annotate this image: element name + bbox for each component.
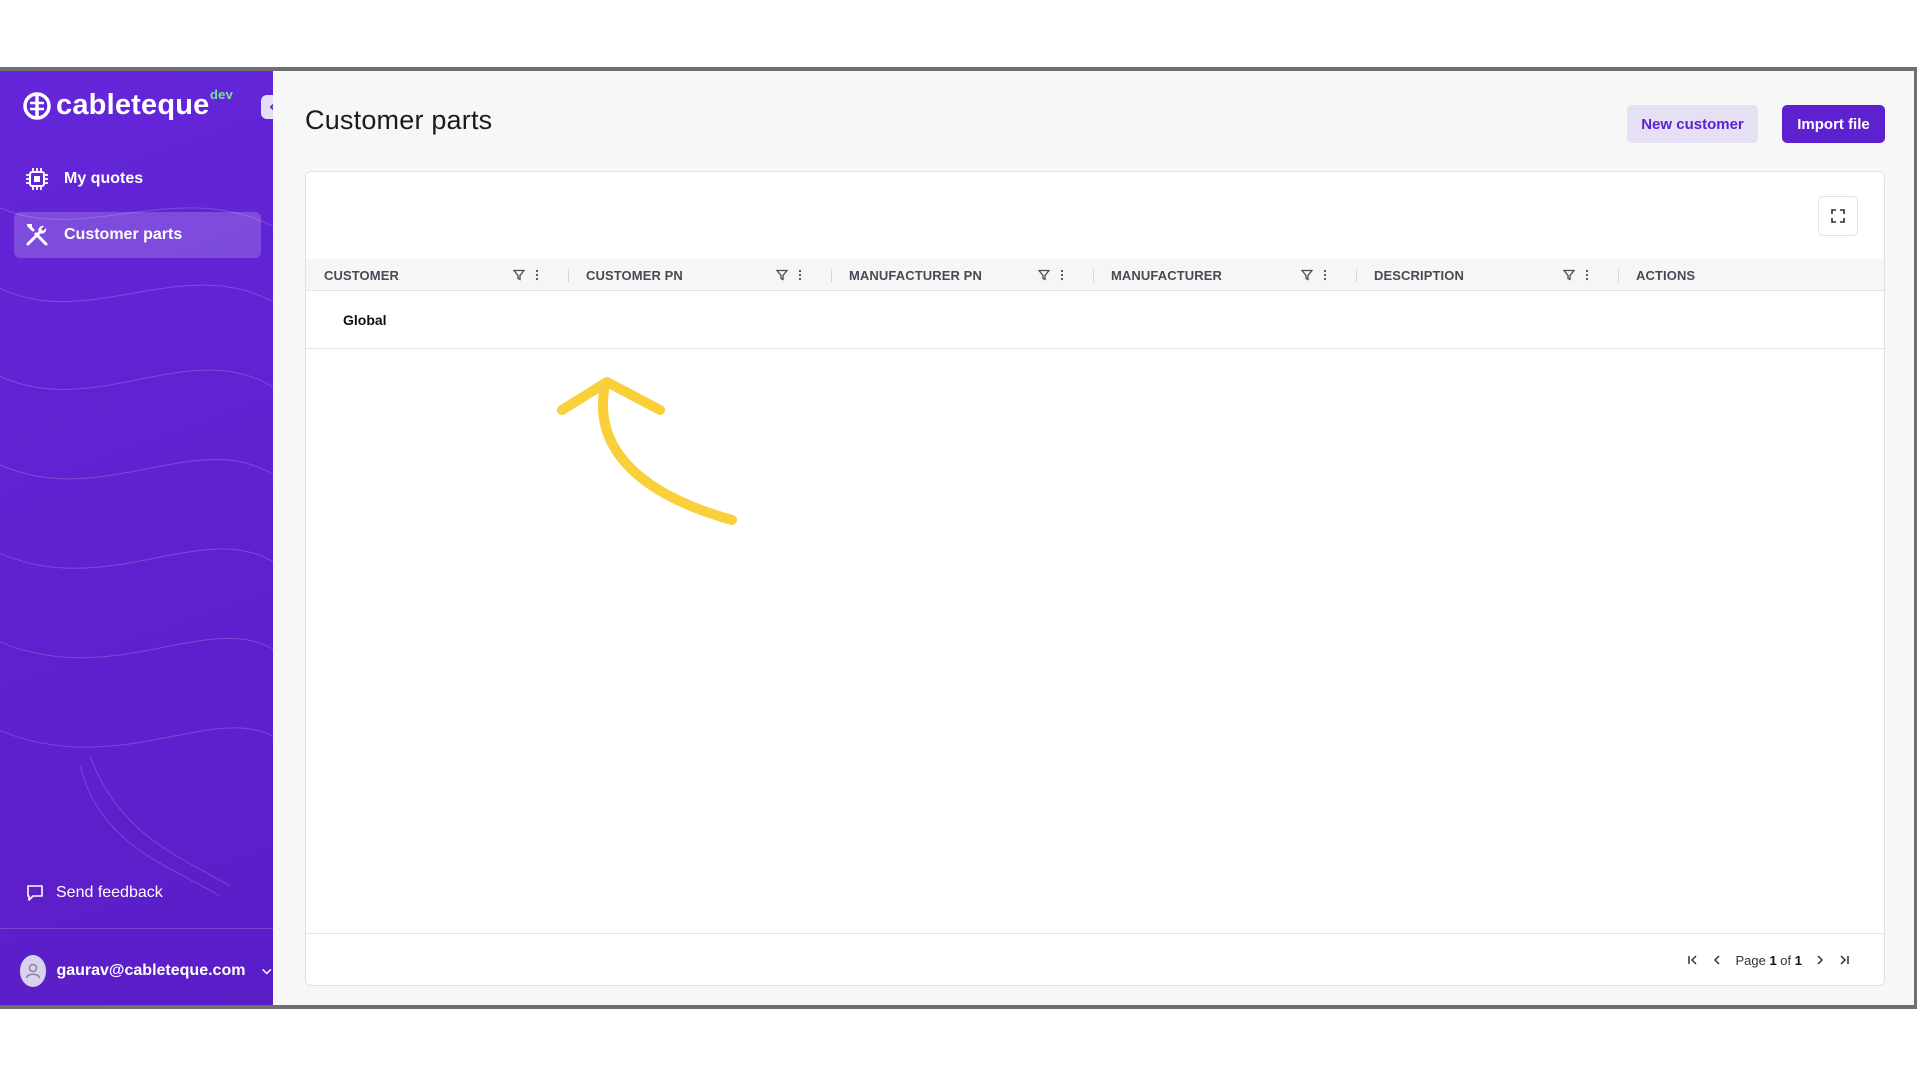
tools-icon bbox=[26, 224, 48, 246]
filter-icon[interactable] bbox=[776, 269, 788, 281]
current-page: 1 bbox=[1769, 952, 1777, 968]
first-page-icon bbox=[1688, 955, 1697, 965]
column-menu-icon[interactable] bbox=[535, 269, 539, 281]
of-label: of bbox=[1780, 952, 1792, 968]
first-page-button[interactable] bbox=[1687, 954, 1699, 966]
sidebar-item-my-quotes[interactable]: My quotes bbox=[14, 156, 261, 202]
brand-name: cableteque bbox=[56, 89, 210, 121]
user-email: gaurav@cableteque.com bbox=[56, 962, 246, 979]
column-menu-icon[interactable] bbox=[1323, 269, 1327, 281]
user-icon bbox=[25, 963, 41, 979]
page-label: Page bbox=[1735, 952, 1766, 968]
filter-icon[interactable] bbox=[1301, 269, 1313, 281]
env-badge: dev bbox=[210, 87, 234, 102]
chip-icon bbox=[26, 168, 48, 190]
sidebar-item-customer-parts[interactable]: Customer parts bbox=[14, 212, 261, 258]
column-menu-icon[interactable] bbox=[798, 269, 802, 281]
chevron-left-icon bbox=[1714, 955, 1720, 965]
column-divider[interactable] bbox=[1093, 269, 1094, 282]
fullscreen-button[interactable] bbox=[1818, 196, 1858, 236]
page-title: Customer parts bbox=[305, 105, 493, 135]
filter-icon[interactable] bbox=[1563, 269, 1575, 281]
message-icon bbox=[27, 885, 43, 901]
import-file-button[interactable]: Import file bbox=[1782, 105, 1885, 143]
sidebar: cableteque dev My quotes Customer parts … bbox=[0, 71, 273, 1005]
parts-table-card: CUSTOMER CUSTOMER PN MANUFACTURER PN MAN… bbox=[305, 171, 1885, 986]
chevron-down-icon bbox=[262, 968, 272, 975]
column-header-actions: ACTIONS bbox=[1636, 267, 1696, 283]
column-menu-icon[interactable] bbox=[1585, 269, 1589, 281]
send-feedback-button[interactable]: Send feedback bbox=[26, 884, 163, 902]
new-customer-button[interactable]: New customer bbox=[1627, 105, 1758, 143]
send-feedback-label: Send feedback bbox=[56, 884, 163, 901]
filter-icon[interactable] bbox=[1038, 269, 1050, 281]
chevron-right-icon bbox=[1817, 955, 1824, 965]
previous-page-button[interactable] bbox=[1711, 954, 1723, 966]
table-row[interactable]: Global bbox=[306, 291, 1884, 349]
pagination: Page 1 of 1 bbox=[1687, 934, 1850, 986]
table-header: CUSTOMER CUSTOMER PN MANUFACTURER PN MAN… bbox=[306, 259, 1884, 291]
filter-icon[interactable] bbox=[513, 269, 525, 281]
app-window: cableteque dev My quotes Customer parts … bbox=[0, 67, 1917, 1009]
collapse-sidebar-button[interactable] bbox=[261, 95, 273, 119]
next-page-button[interactable] bbox=[1814, 954, 1826, 966]
total-pages: 1 bbox=[1794, 952, 1802, 968]
brand-logo[interactable]: cableteque dev bbox=[22, 87, 233, 122]
column-header-customer-pn[interactable]: CUSTOMER PN bbox=[586, 259, 683, 291]
column-divider[interactable] bbox=[1356, 269, 1357, 282]
column-menu-icon[interactable] bbox=[1060, 269, 1064, 281]
column-header-manufacturer[interactable]: MANUFACTURER bbox=[1111, 259, 1222, 291]
page-indicator: Page 1 of 1 bbox=[1735, 953, 1802, 968]
column-divider[interactable] bbox=[1618, 269, 1619, 282]
user-menu[interactable]: gaurav@cableteque.com bbox=[0, 928, 273, 1005]
column-divider[interactable] bbox=[831, 269, 832, 282]
sidebar-item-label: Customer parts bbox=[64, 226, 183, 243]
column-header-manufacturer-pn[interactable]: MANUFACTURER PN bbox=[849, 259, 982, 291]
fullscreen-icon bbox=[1831, 209, 1845, 223]
table-footer: Page 1 of 1 bbox=[306, 933, 1884, 985]
cableteque-logo-icon bbox=[23, 91, 51, 120]
main-content: Customer parts New customer Import file … bbox=[273, 71, 1914, 1005]
column-divider[interactable] bbox=[568, 269, 569, 282]
column-header-customer[interactable]: CUSTOMER bbox=[324, 259, 399, 291]
last-page-icon bbox=[1840, 955, 1849, 965]
customer-cell[interactable]: Global bbox=[343, 291, 387, 349]
last-page-button[interactable] bbox=[1838, 954, 1850, 966]
sidebar-item-label: My quotes bbox=[64, 170, 144, 187]
avatar bbox=[20, 955, 47, 987]
column-header-description[interactable]: DESCRIPTION bbox=[1374, 259, 1464, 291]
